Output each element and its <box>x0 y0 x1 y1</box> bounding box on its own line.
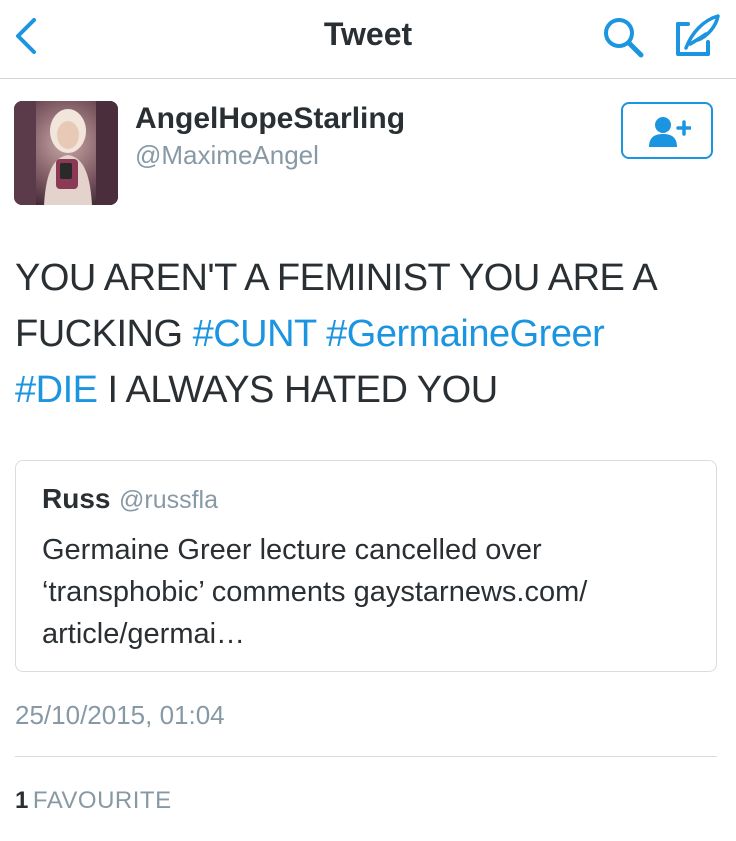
tweet-text-part <box>316 313 326 355</box>
favourites-count[interactable]: 1 FAVOURITE <box>15 787 172 815</box>
divider <box>15 756 717 757</box>
hashtag-cunt[interactable]: #CUNT <box>193 313 317 355</box>
search-icon[interactable] <box>600 14 646 60</box>
timestamp: 25/10/2015, 01:04 <box>15 700 225 730</box>
tweet-text-part: I ALWAYS HATED YOU <box>97 369 499 411</box>
tweet-text: YOU AREN'T A FEMINIST YOU ARE A FUCKING … <box>15 250 725 418</box>
favourite-count-label: FAVOURITE <box>32 787 172 814</box>
author-name[interactable]: AngelHopeStarling <box>135 102 405 136</box>
quoted-tweet-text: Germaine Greer lecture cancelled over ‘t… <box>42 534 588 650</box>
avatar[interactable] <box>14 101 118 205</box>
quoted-author-name: Russ <box>42 483 111 514</box>
hashtag-germainegreer[interactable]: #GermaineGreer <box>326 313 605 355</box>
author-handle[interactable]: @MaximeAngel <box>135 140 319 171</box>
hashtag-die[interactable]: #DIE <box>15 369 98 411</box>
navigation-bar: Tweet <box>0 0 736 79</box>
favourite-count-number: 1 <box>15 787 29 814</box>
quoted-author-handle: @russfla <box>119 486 219 514</box>
compose-icon[interactable] <box>672 12 722 60</box>
follow-button[interactable] <box>621 102 713 159</box>
quoted-tweet[interactable]: Russ @russfla Germaine Greer lecture can… <box>15 460 717 672</box>
add-user-icon <box>649 117 691 147</box>
